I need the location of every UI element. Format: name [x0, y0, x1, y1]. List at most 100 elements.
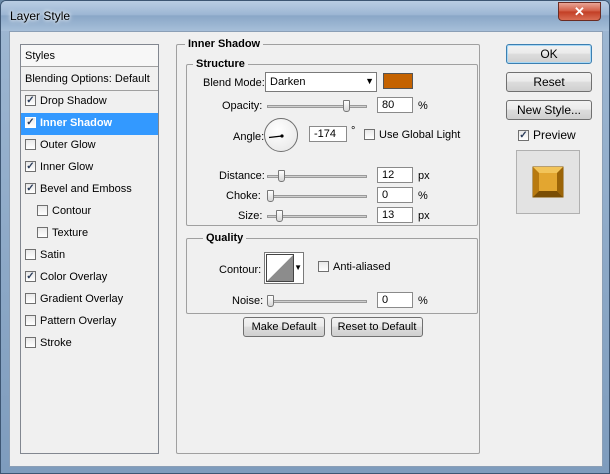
style-item-stroke[interactable]: Stroke — [21, 333, 158, 355]
noise-label: Noise: — [232, 295, 264, 307]
style-item-checkbox[interactable] — [25, 95, 36, 106]
reset-to-default-button[interactable]: Reset to Default — [331, 317, 423, 337]
inner-shadow-title: Inner Shadow — [185, 38, 264, 50]
preview-thumbnail — [516, 150, 580, 214]
opacity-slider-track[interactable] — [267, 105, 367, 108]
anti-aliased-checkbox-wrap[interactable]: Anti-aliased — [318, 261, 390, 273]
layer-style-dialog: Layer Style ✕ Styles Blending Options: D… — [0, 0, 610, 474]
style-item-checkbox[interactable] — [37, 227, 48, 238]
style-item-texture[interactable]: Texture — [21, 223, 158, 245]
style-item-label: Stroke — [40, 337, 72, 349]
opacity-slider-thumb[interactable] — [343, 100, 350, 112]
use-global-light-checkbox[interactable] — [364, 129, 375, 140]
use-global-light-checkbox-wrap[interactable]: Use Global Light — [364, 129, 460, 141]
title-bar[interactable]: Layer Style ✕ — [1, 1, 609, 31]
style-item-label: Gradient Overlay — [40, 293, 124, 305]
distance-label: Distance: — [219, 170, 265, 182]
style-item-bevel-and-emboss[interactable]: Bevel and Emboss — [21, 179, 158, 201]
style-item-color-overlay[interactable]: Color Overlay — [21, 267, 158, 289]
distance-input[interactable]: 12 — [377, 167, 413, 183]
structure-group: Structure Blend Mode: Darken ▼ Opacity: … — [186, 58, 478, 226]
choke-label: Choke: — [226, 190, 261, 202]
shadow-color-swatch[interactable] — [383, 73, 413, 89]
anti-aliased-label: Anti-aliased — [333, 261, 391, 273]
angle-dial-indicator — [268, 134, 284, 139]
style-item-drop-shadow[interactable]: Drop Shadow — [21, 91, 158, 113]
style-item-checkbox[interactable] — [25, 183, 36, 194]
contour-curve-icon — [266, 254, 294, 282]
choke-unit: % — [418, 190, 428, 202]
size-label: Size: — [238, 210, 263, 222]
blend-mode-label: Blend Mode: — [203, 77, 265, 89]
style-item-label: Inner Glow — [40, 161, 94, 173]
use-global-light-label: Use Global Light — [379, 129, 461, 141]
structure-title: Structure — [193, 58, 248, 70]
noise-unit: % — [418, 295, 428, 307]
style-item-contour[interactable]: Contour — [21, 201, 158, 223]
choke-slider-thumb[interactable] — [267, 190, 274, 202]
distance-slider-thumb[interactable] — [278, 170, 285, 182]
blending-options-item[interactable]: Blending Options: Default — [21, 67, 158, 91]
style-item-label: Texture — [52, 227, 89, 239]
preview-swatch-icon — [532, 166, 564, 198]
new-style-button[interactable]: New Style... — [506, 100, 592, 120]
style-item-inner-shadow[interactable]: Inner Shadow — [21, 113, 158, 135]
make-default-button[interactable]: Make Default — [243, 317, 325, 337]
window-title: Layer Style — [10, 9, 71, 23]
anti-aliased-checkbox[interactable] — [318, 261, 329, 272]
style-item-checkbox[interactable] — [25, 315, 36, 326]
angle-dial[interactable] — [264, 118, 298, 152]
style-item-label: Inner Shadow — [40, 117, 113, 129]
preview-checkbox[interactable] — [518, 130, 529, 141]
style-item-gradient-overlay[interactable]: Gradient Overlay — [21, 289, 158, 311]
contour-dropdown-icon[interactable]: ▼ — [294, 263, 302, 272]
size-input[interactable]: 13 — [377, 207, 413, 223]
style-item-checkbox[interactable] — [25, 117, 36, 128]
preview-checkbox-wrap[interactable]: Preview — [518, 128, 576, 142]
style-item-checkbox[interactable] — [25, 293, 36, 304]
chevron-down-icon: ▼ — [365, 76, 374, 86]
contour-picker[interactable]: ▼ — [264, 252, 304, 284]
reset-button[interactable]: Reset — [506, 72, 592, 92]
style-item-pattern-overlay[interactable]: Pattern Overlay — [21, 311, 158, 333]
style-item-inner-glow[interactable]: Inner Glow — [21, 157, 158, 179]
style-item-label: Pattern Overlay — [40, 315, 117, 327]
style-item-label: Satin — [40, 249, 66, 261]
opacity-input[interactable]: 80 — [377, 97, 413, 113]
size-unit: px — [418, 210, 430, 222]
style-item-checkbox[interactable] — [25, 161, 36, 172]
angle-label: Angle: — [233, 131, 265, 143]
noise-slider-thumb[interactable] — [267, 295, 274, 307]
ok-button[interactable]: OK — [506, 44, 592, 64]
choke-input[interactable]: 0 — [377, 187, 413, 203]
blend-mode-value: Darken — [270, 76, 306, 88]
opacity-label: Opacity: — [222, 100, 263, 112]
style-item-checkbox[interactable] — [25, 337, 36, 348]
style-item-label: Color Overlay — [40, 271, 108, 283]
opacity-unit: % — [418, 100, 428, 112]
angle-unit: ° — [351, 125, 356, 137]
choke-slider-track[interactable] — [267, 195, 367, 198]
size-slider-thumb[interactable] — [276, 210, 283, 222]
quality-group: Quality Contour: ▼ Anti-aliased Noise: 0 — [186, 232, 478, 314]
quality-title: Quality — [203, 232, 247, 244]
style-item-satin[interactable]: Satin — [21, 245, 158, 267]
noise-input[interactable]: 0 — [377, 292, 413, 308]
style-item-checkbox[interactable] — [37, 205, 48, 216]
inner-shadow-panel: Inner Shadow Structure Blend Mode: Darke… — [176, 38, 480, 454]
style-item-checkbox[interactable] — [25, 139, 36, 150]
style-item-label: Bevel and Emboss — [40, 183, 132, 195]
style-item-checkbox[interactable] — [25, 271, 36, 282]
close-button[interactable]: ✕ — [558, 2, 601, 21]
style-item-outer-glow[interactable]: Outer Glow — [21, 135, 158, 157]
dialog-body: Styles Blending Options: Default Drop Sh… — [9, 31, 603, 467]
style-item-checkbox[interactable] — [25, 249, 36, 260]
styles-header[interactable]: Styles — [21, 45, 158, 67]
style-item-label: Drop Shadow — [40, 95, 107, 107]
blend-mode-select[interactable]: Darken ▼ — [265, 72, 377, 92]
preview-label: Preview — [533, 128, 576, 142]
contour-label: Contour: — [219, 264, 262, 276]
noise-slider-track[interactable] — [267, 300, 367, 303]
style-item-label: Contour — [52, 205, 92, 217]
angle-input[interactable]: -174 — [309, 126, 347, 142]
